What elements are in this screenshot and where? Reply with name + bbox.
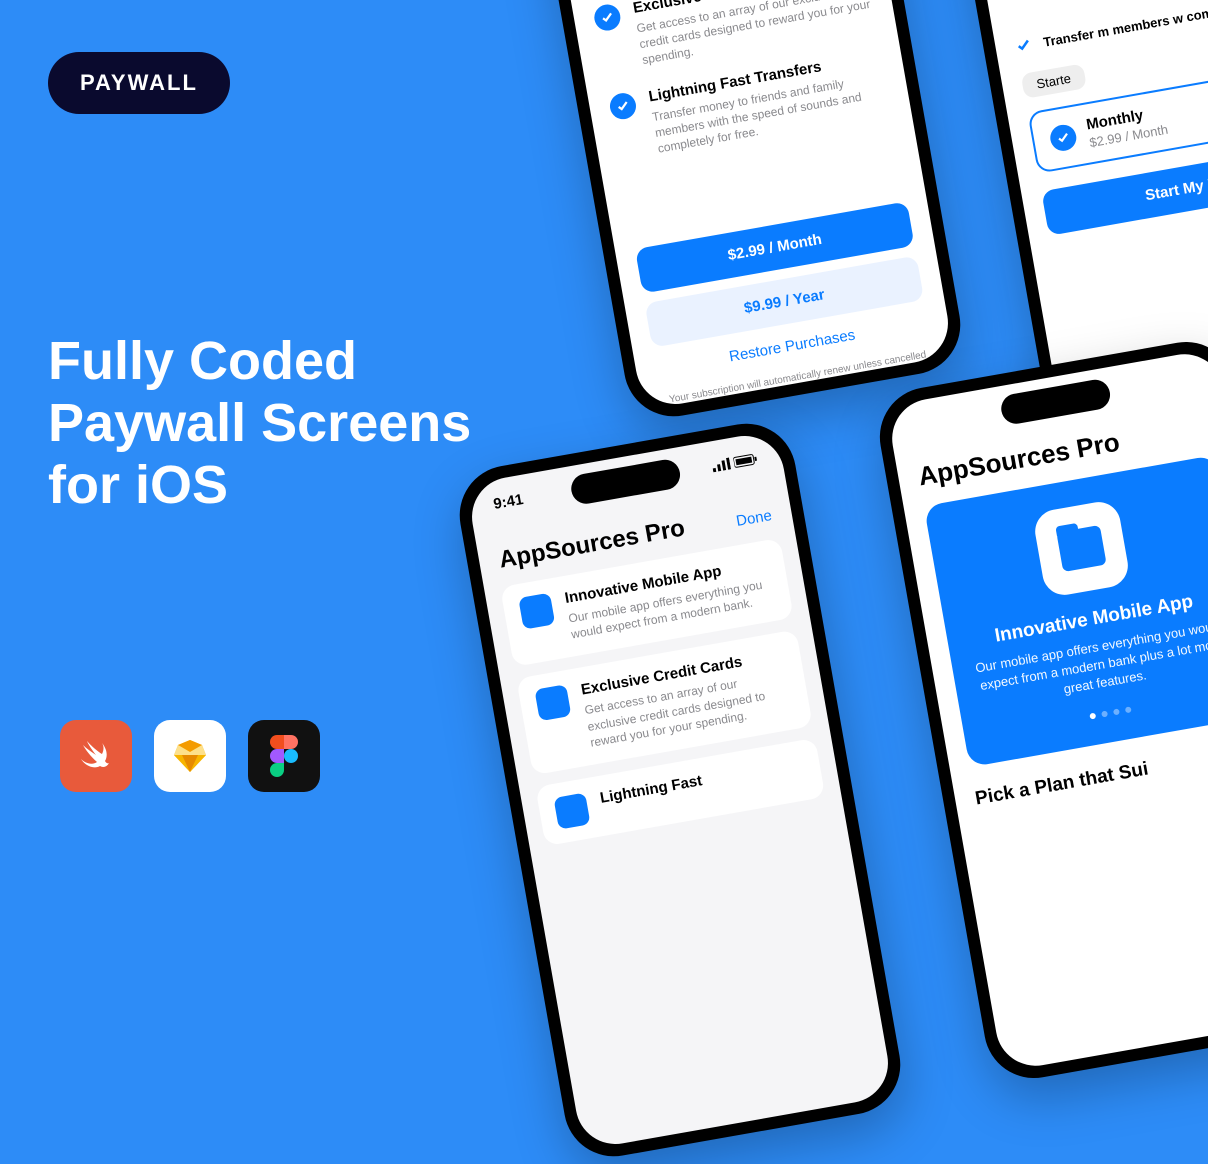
folder-icon	[1032, 499, 1132, 599]
done-button[interactable]: Done	[735, 507, 773, 530]
card-title: Lightning Fast	[599, 772, 704, 807]
dot	[1101, 710, 1108, 717]
phone-mockup-3: 9:41 AppSources Pro Done Innovative Mobi…	[452, 416, 908, 1164]
paywall-badge: PAYWALL	[48, 52, 230, 114]
tool-icons	[60, 720, 320, 792]
segment-control[interactable]: Starte	[1021, 64, 1087, 100]
lightning-icon	[553, 792, 590, 829]
phone-mockup-1: Exclusive Credit Cards Get access to an …	[512, 0, 968, 424]
check-icon	[592, 2, 622, 32]
battery-icon	[733, 452, 759, 468]
dot	[1113, 708, 1120, 715]
hero-card[interactable]: Innovative Mobile App Our mobile app off…	[924, 455, 1208, 767]
headline: Fully Coded Paywall Screens for iOS	[48, 330, 508, 516]
dot	[1125, 706, 1132, 713]
wallet-icon	[518, 593, 555, 630]
phone-mockup-4: AppSources Pro Innovative Mobile App Our…	[872, 334, 1208, 1086]
signal-icon	[711, 457, 731, 472]
swift-icon	[60, 720, 132, 792]
check-icon	[1048, 123, 1078, 153]
check-icon	[1014, 36, 1033, 55]
dot-active	[1089, 712, 1096, 719]
credit-card-icon	[534, 685, 571, 722]
check-icon	[608, 91, 638, 121]
sketch-icon	[154, 720, 226, 792]
figma-icon	[248, 720, 320, 792]
